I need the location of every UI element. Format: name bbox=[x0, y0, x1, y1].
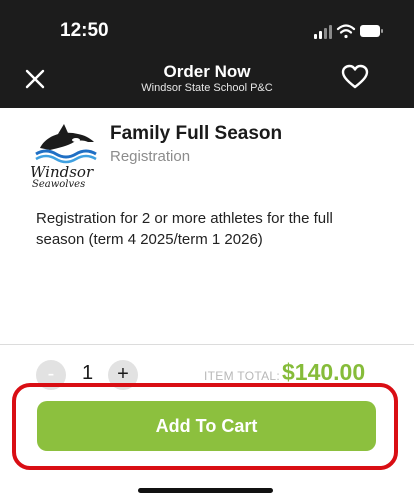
product-category: Registration bbox=[110, 148, 191, 165]
product-description: Registration for 2 or more athletes for … bbox=[36, 210, 333, 248]
quantity-value: 1 bbox=[82, 362, 94, 384]
app-header: 12:50 Order Now Windsor State School P&C bbox=[0, 0, 414, 108]
item-total-label: ITEM TOTAL: bbox=[204, 369, 280, 383]
home-indicator bbox=[138, 488, 273, 493]
wifi-icon bbox=[336, 24, 356, 39]
heart-icon[interactable] bbox=[340, 62, 370, 92]
status-time: 12:50 bbox=[60, 20, 109, 41]
divider bbox=[0, 344, 414, 345]
battery-icon bbox=[360, 25, 383, 37]
signal-icon bbox=[314, 25, 332, 39]
seawolves-logo: Windsor Seawolves bbox=[30, 124, 97, 188]
svg-text:Seawolves: Seawolves bbox=[32, 179, 85, 188]
status-icons bbox=[314, 24, 383, 39]
product-title: Family Full Season bbox=[110, 123, 283, 144]
item-total-value: $140.00 bbox=[282, 359, 366, 385]
add-to-cart-button[interactable]: Add To Cart bbox=[37, 401, 376, 451]
